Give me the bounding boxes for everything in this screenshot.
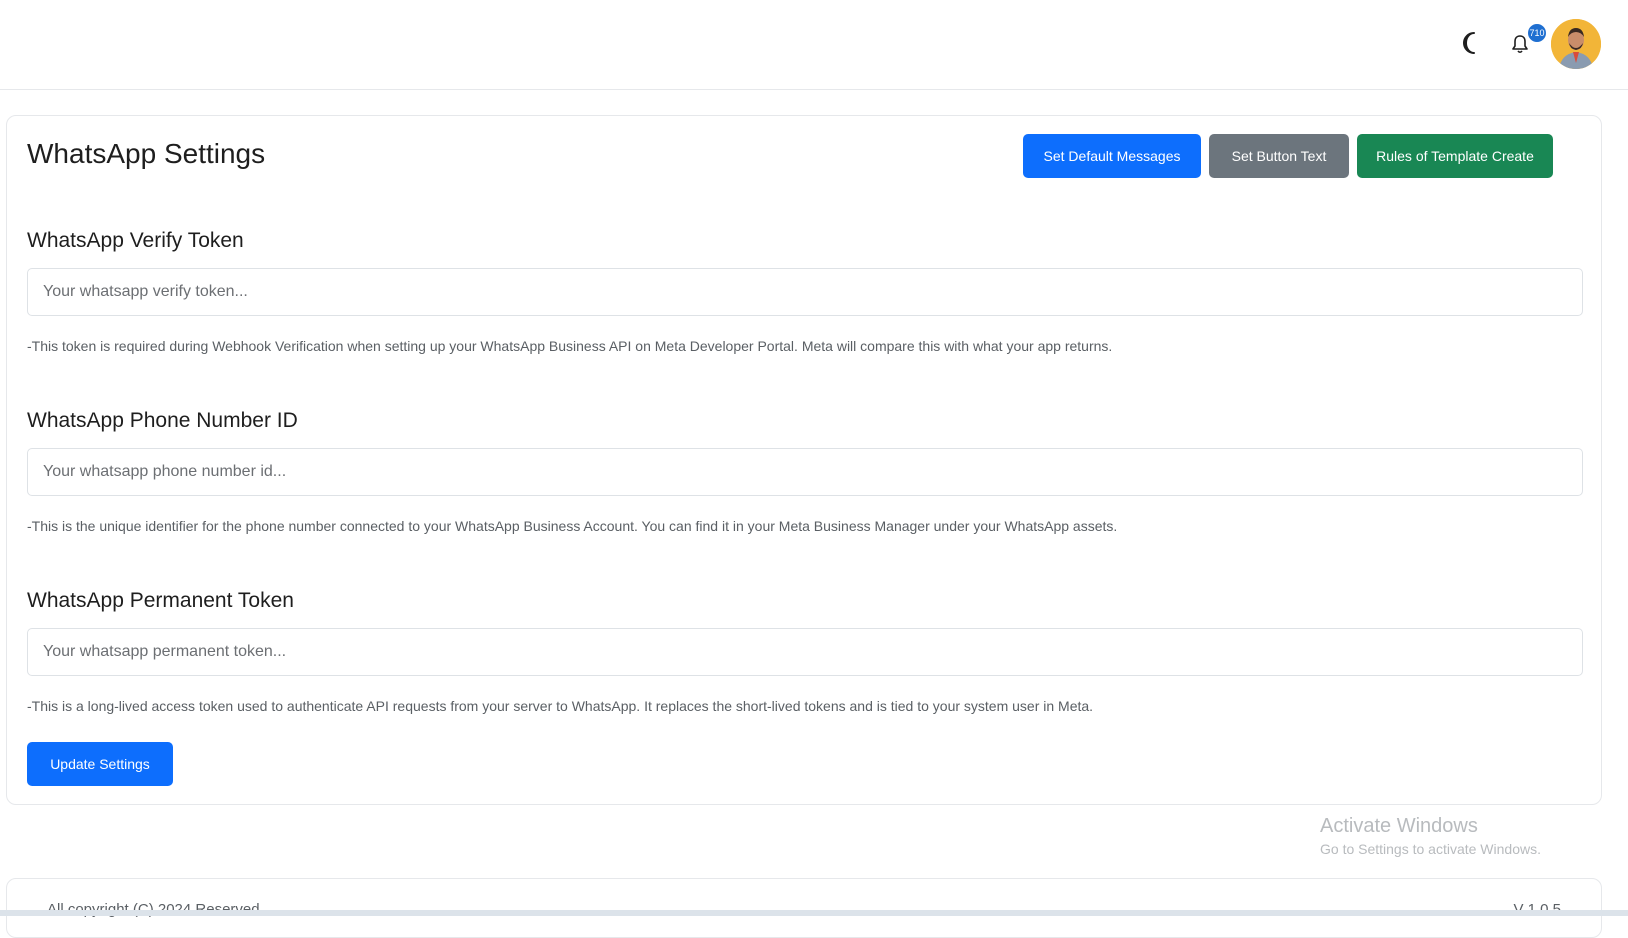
taskbar-edge bbox=[0, 910, 1628, 916]
set-button-text-button[interactable]: Set Button Text bbox=[1209, 134, 1349, 178]
permanent-token-label: WhatsApp Permanent Token bbox=[27, 589, 294, 612]
activate-windows-title: Activate Windows bbox=[1320, 815, 1478, 837]
phone-number-id-help: -This is the unique identifier for the p… bbox=[27, 518, 1118, 534]
page-footer: All copyright (C) 2024 Reserved V 1.0.5 bbox=[6, 878, 1602, 938]
top-navbar: 710 bbox=[0, 0, 1628, 90]
user-avatar[interactable] bbox=[1551, 19, 1601, 69]
activate-windows-subtitle: Go to Settings to activate Windows. bbox=[1320, 841, 1541, 857]
phone-number-id-label: WhatsApp Phone Number ID bbox=[27, 409, 298, 432]
page-title: WhatsApp Settings bbox=[27, 138, 266, 169]
notification-count-badge: 710 bbox=[1527, 23, 1547, 43]
avatar-image bbox=[1551, 19, 1601, 69]
set-default-messages-button[interactable]: Set Default Messages bbox=[1023, 134, 1201, 178]
phone-number-id-input[interactable] bbox=[27, 448, 1583, 496]
verify-token-input[interactable] bbox=[27, 268, 1583, 316]
update-settings-button[interactable]: Update Settings bbox=[27, 742, 173, 786]
moon-icon[interactable] bbox=[1458, 30, 1484, 56]
whatsapp-settings-card: WhatsApp Settings Set Default Messages S… bbox=[6, 115, 1602, 805]
verify-token-label: WhatsApp Verify Token bbox=[27, 229, 244, 252]
permanent-token-input[interactable] bbox=[27, 628, 1583, 676]
rules-of-template-create-button[interactable]: Rules of Template Create bbox=[1357, 134, 1553, 178]
verify-token-help: -This token is required during Webhook V… bbox=[27, 338, 1113, 354]
permanent-token-help: -This is a long-lived access token used … bbox=[27, 698, 1094, 714]
